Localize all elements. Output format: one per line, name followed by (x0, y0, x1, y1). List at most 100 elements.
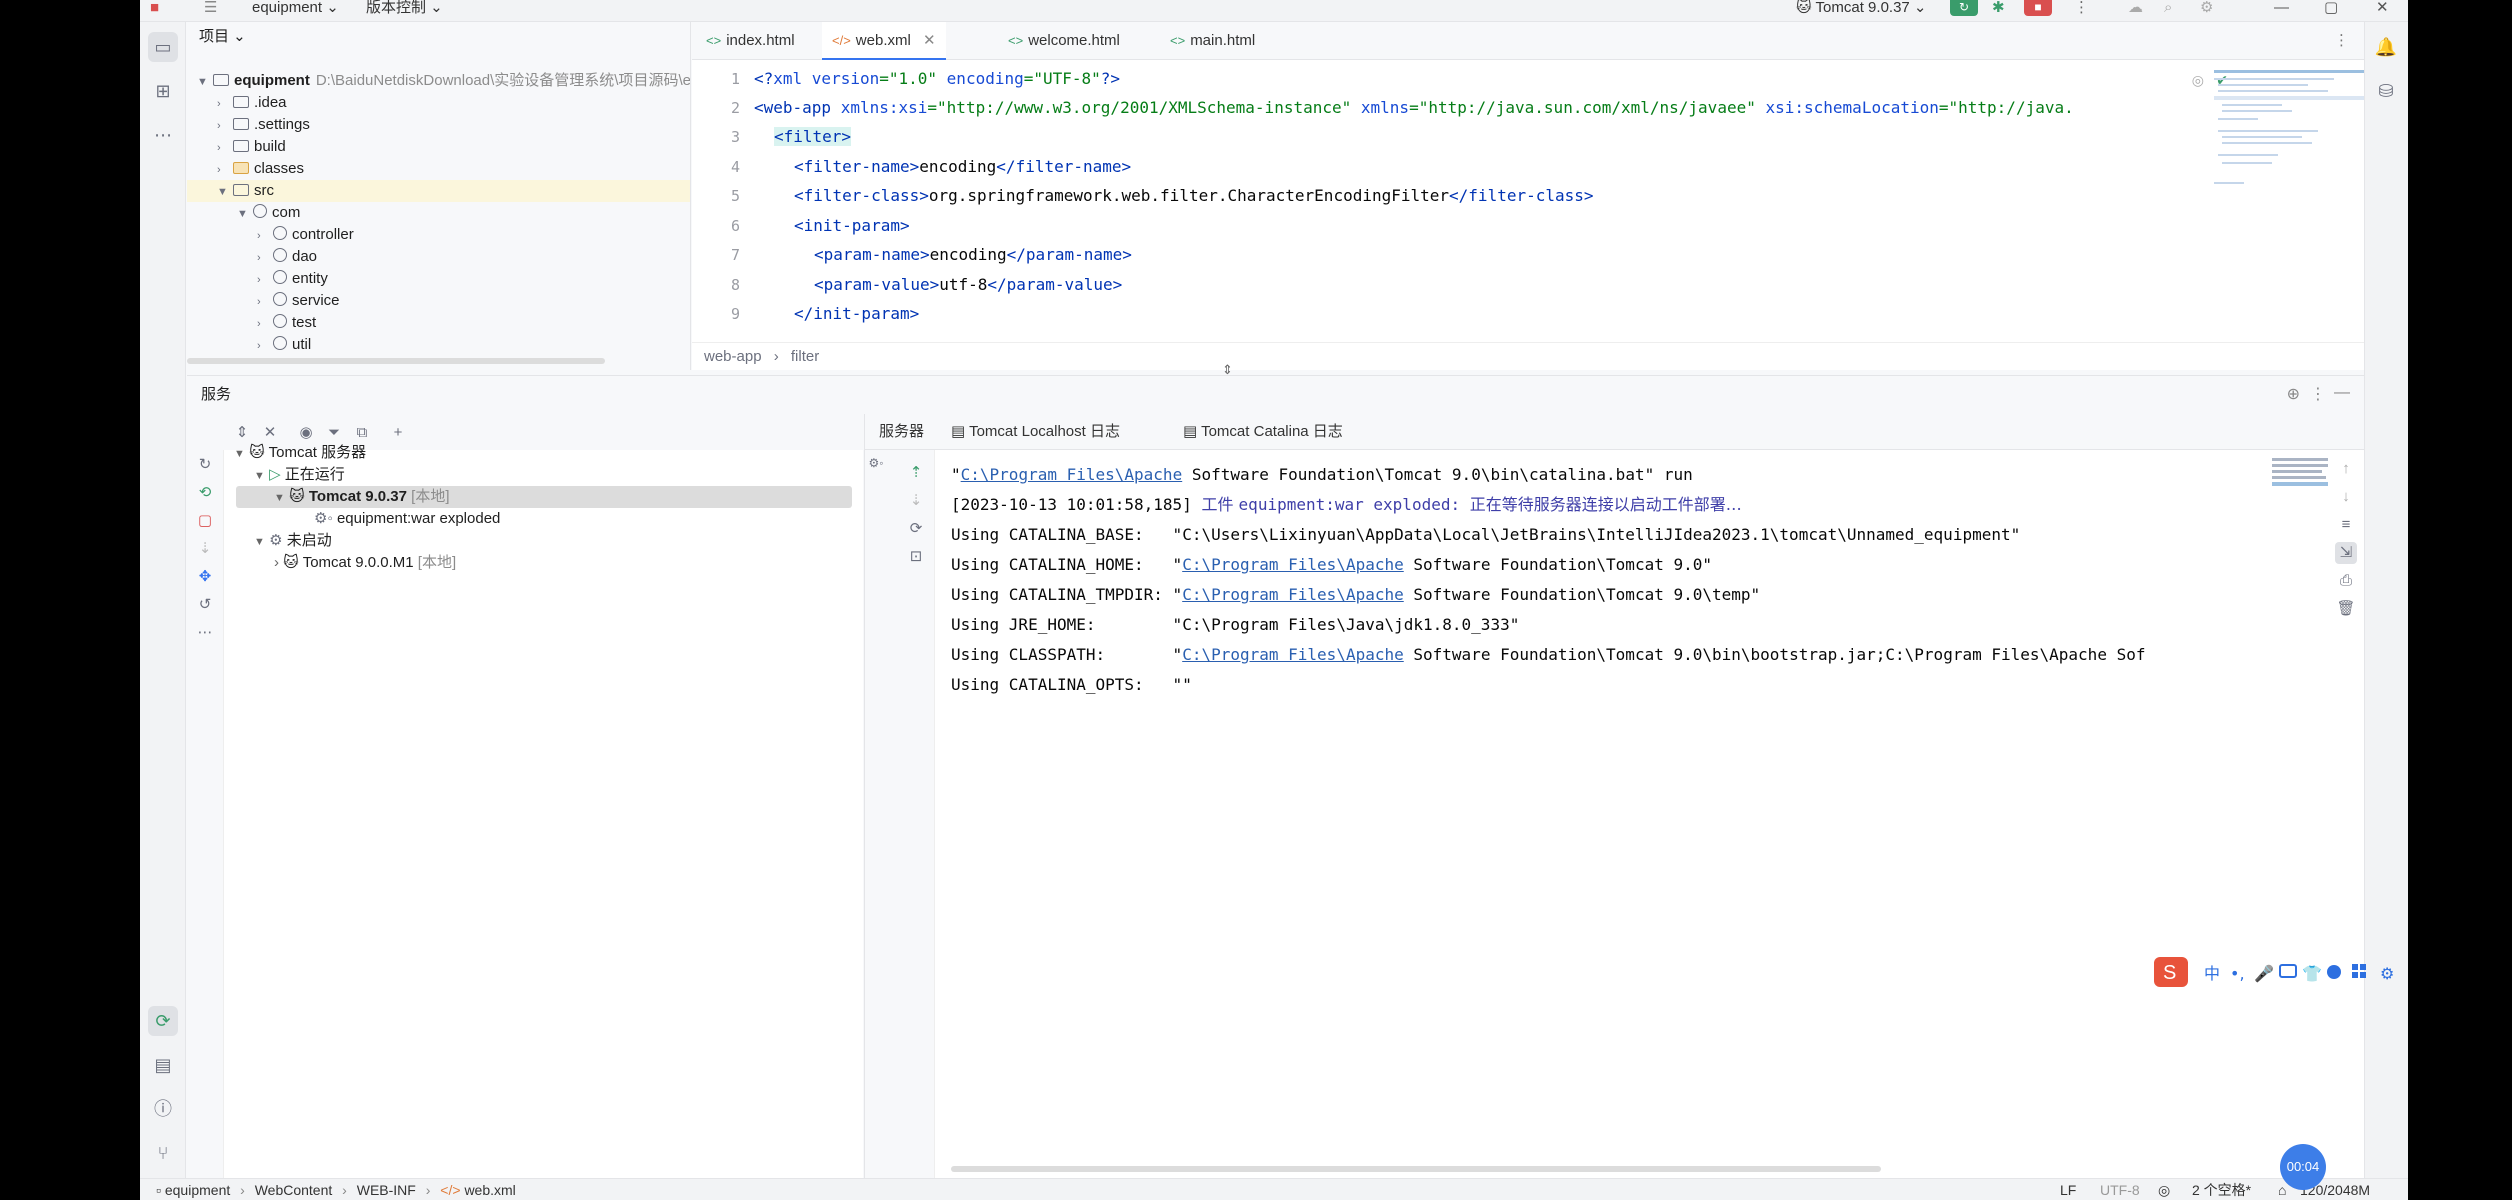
terminal-tool-icon[interactable]: ▤ (148, 1050, 178, 1080)
chevron-right-icon[interactable]: › (257, 335, 271, 357)
tree-item-util[interactable]: › util (257, 334, 311, 356)
up-arrow-icon[interactable]: ↑ (2335, 458, 2357, 480)
horizontal-scrollbar[interactable] (187, 358, 605, 364)
code-editor[interactable]: <?xml version="1.0" encoding="UTF-8"?> <… (754, 60, 2314, 358)
chevron-down-icon[interactable]: ▼ (274, 492, 285, 504)
services-tool-icon[interactable]: ⟳ (148, 1006, 178, 1036)
indent-setting[interactable]: 2 个空格* (2192, 1179, 2251, 1200)
run-config-selector[interactable]: 🐱 Tomcat 9.0.37 ⌄ (1796, 0, 1927, 16)
tab-localhost-log[interactable]: ▤ Tomcat Localhost 日志 (951, 414, 1120, 450)
rerun-button[interactable]: ↻ (1950, 0, 1978, 16)
tree-running-group[interactable]: ▼ ▷ 正在运行 (254, 464, 345, 486)
services-options-icon[interactable]: ⊕ (2287, 384, 2300, 404)
status-crumb[interactable]: WEB-INF (357, 1182, 416, 1198)
tree-item-test[interactable]: › test (257, 312, 316, 334)
ime-toolbar[interactable]: S 中 •, 🎤 👕 ⚙ (2154, 953, 2410, 989)
undeploy-icon[interactable]: ⇣ (905, 490, 927, 512)
tree-item-classes[interactable]: › classes (217, 158, 304, 180)
tab-welcome-html[interactable]: <> welcome.html (1008, 22, 1120, 60)
open-browser-icon[interactable]: ⊡ (905, 546, 927, 568)
database-tool-icon[interactable]: ⛁ (2371, 76, 2401, 106)
down-arrow-icon[interactable]: ↓ (2335, 486, 2357, 508)
deploy-all-icon[interactable]: ⇡ (905, 462, 927, 484)
services-more-icon[interactable]: ⋮ (2310, 384, 2326, 404)
update-icon[interactable]: ☁ (2128, 0, 2143, 16)
file-encoding[interactable]: UTF-8 (2100, 1179, 2140, 1200)
structure-tool-icon[interactable]: ⊞ (148, 76, 178, 106)
readonly-toggle-icon[interactable]: ◎ (2158, 1179, 2170, 1200)
deploy-icon[interactable]: ⇣ (194, 538, 216, 560)
console-output[interactable]: "C:\Program Files\Apache Software Founda… (951, 460, 2281, 1160)
chevron-right-icon[interactable]: › (217, 93, 231, 115)
tabs-more-icon[interactable]: ⋮ (2334, 22, 2349, 60)
tree-item-entity[interactable]: › entity (257, 268, 328, 290)
tree-item-build[interactable]: › build (217, 136, 286, 158)
more-side-icon[interactable]: ⋯ (194, 622, 216, 644)
tree-item-service[interactable]: › service (257, 290, 340, 312)
vcs-menu[interactable]: 版本控制 ⌄ (366, 0, 443, 16)
minimize-icon[interactable]: — (2274, 0, 2289, 16)
tree-tomcat-9037[interactable]: ▼ 🐱 Tomcat 9.0.37 [本地] (274, 486, 450, 508)
filter-icon[interactable]: ⏷ (323, 422, 345, 444)
path-link[interactable]: C:\Program Files\Apache (1182, 555, 1404, 574)
redeploy-icon[interactable]: ⟳ (905, 518, 927, 540)
view-options-eye-icon[interactable]: ◉ (295, 422, 317, 444)
tree-item-settings[interactable]: › .settings (217, 114, 310, 136)
refresh-icon[interactable]: ↺ (194, 594, 216, 616)
tab-index-html[interactable]: <> index.html (706, 22, 795, 60)
problems-tool-icon[interactable]: ⓘ (148, 1094, 178, 1124)
main-menu-icon[interactable]: ☰ (204, 0, 217, 16)
tree-tomcat-900m1[interactable]: › 🐱 Tomcat 9.0.0.M1 [本地] (274, 552, 456, 574)
tree-stopped-group[interactable]: ▼ ⚙ 未启动 (254, 530, 332, 552)
notifications-bell-icon[interactable]: 🔔 (2371, 32, 2401, 62)
tree-item-com[interactable]: ▼ com (237, 202, 300, 224)
tab-main-html[interactable]: <> main.html (1170, 22, 1255, 60)
project-panel-header[interactable]: 项目 ⌄ (187, 22, 690, 52)
status-crumb[interactable]: equipment (165, 1182, 230, 1198)
tree-artifact[interactable]: ⚙◦ equipment:war exploded (314, 508, 500, 530)
clear-trash-icon[interactable]: 🗑 (2335, 598, 2357, 620)
git-tool-icon[interactable]: ⑂ (148, 1138, 178, 1168)
hide-panel-icon[interactable]: — (2334, 384, 2350, 402)
recording-timer-badge[interactable]: 00:04 (2280, 1144, 2326, 1190)
chevron-down-icon[interactable]: ▼ (254, 536, 265, 548)
stop-button[interactable]: ■ (2024, 0, 2052, 16)
reader-mode-icon[interactable]: ◎ (2192, 72, 2204, 89)
breadcrumb-filter[interactable]: filter (791, 348, 819, 365)
stop-icon[interactable]: ▢ (194, 510, 216, 532)
chevron-down-icon[interactable]: ▼ (237, 203, 251, 225)
path-link[interactable]: C:\Program Files\Apache (1182, 645, 1404, 664)
chevron-right-icon[interactable]: › (217, 159, 231, 181)
maximize-icon[interactable]: ▢ (2324, 0, 2338, 16)
more-tools-icon[interactable]: ⋯ (148, 120, 178, 150)
chevron-right-icon[interactable]: › (257, 247, 271, 269)
chevron-down-icon[interactable]: ▼ (197, 71, 211, 93)
tree-item-src[interactable]: ▼ src (217, 180, 274, 202)
chevron-down-icon[interactable]: ▼ (254, 470, 265, 482)
tree-item-idea[interactable]: › .idea (217, 92, 287, 114)
chevron-right-icon[interactable]: › (274, 554, 279, 571)
chevron-down-icon[interactable]: ▼ (234, 448, 245, 460)
expand-all-icon[interactable]: ⇕ (231, 422, 253, 444)
path-link[interactable]: C:\Program Files\Apache (1182, 585, 1404, 604)
chevron-right-icon[interactable]: › (217, 137, 231, 159)
tab-catalina-log[interactable]: ▤ Tomcat Catalina 日志 (1183, 414, 1343, 450)
more-actions-icon[interactable]: ⋮ (2074, 0, 2089, 16)
tree-item-dao[interactable]: › dao (257, 246, 317, 268)
tree-item-controller[interactable]: › controller (257, 224, 354, 246)
collapse-all-icon[interactable]: ✕ (259, 422, 281, 444)
chevron-down-icon[interactable]: ▼ (217, 181, 231, 203)
update-app-icon[interactable]: ✥ (194, 566, 216, 588)
chevron-right-icon[interactable]: › (257, 291, 271, 313)
status-crumb[interactable]: web.xml (464, 1182, 515, 1198)
debug-icon[interactable]: ✱ (1992, 0, 2005, 16)
search-icon[interactable]: ⌕ (2164, 0, 2172, 16)
breadcrumb-web-app[interactable]: web-app (704, 348, 762, 365)
close-window-icon[interactable]: ✕ (2376, 0, 2389, 16)
tab-web-xml[interactable]: </> web.xml ✕ (822, 22, 946, 60)
line-separator[interactable]: LF (2060, 1179, 2076, 1200)
path-link[interactable]: C:\Program Files\Apache (961, 465, 1183, 484)
rerun-icon[interactable]: ↻ (194, 454, 216, 476)
project-tool-folder-icon[interactable]: ▭ (148, 32, 178, 62)
new-tab-icon[interactable]: ⧉ (351, 422, 373, 444)
